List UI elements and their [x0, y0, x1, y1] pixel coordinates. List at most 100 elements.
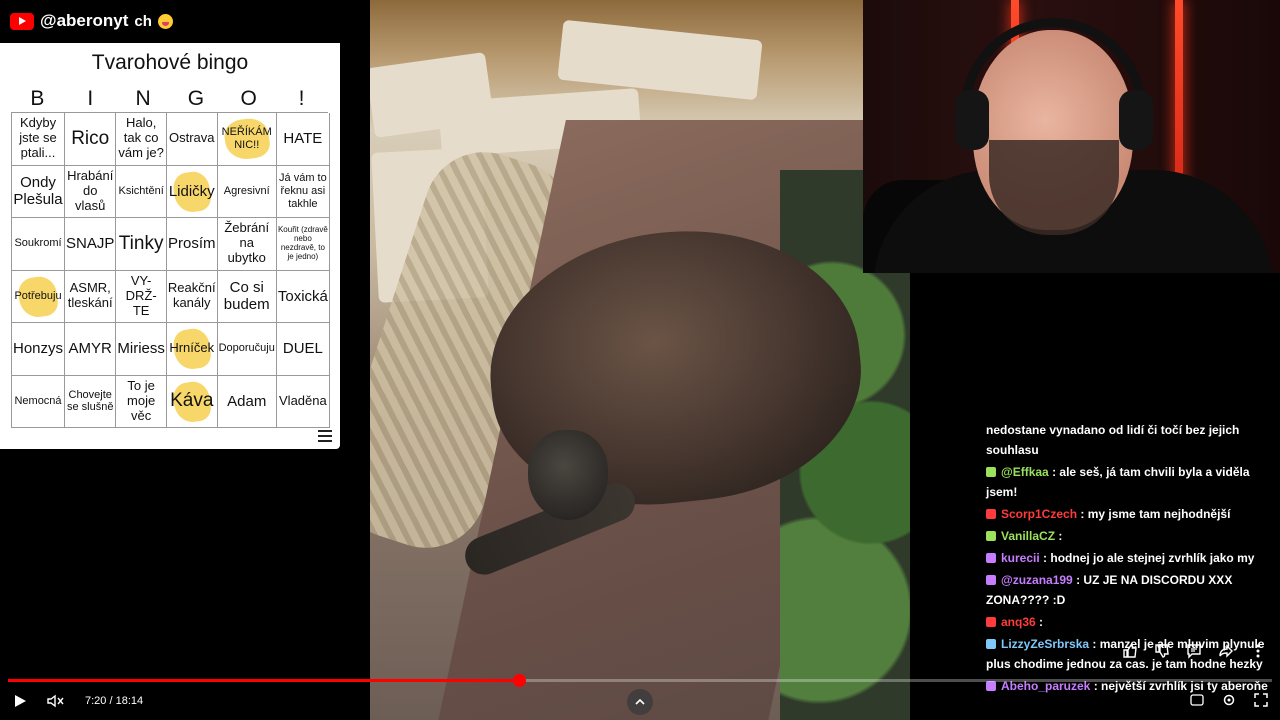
progress-fill — [8, 679, 519, 682]
dislike-icon[interactable] — [1154, 643, 1170, 659]
bingo-cell: VY-DRŽ-TE — [116, 270, 167, 323]
progress-bar[interactable] — [8, 674, 1272, 687]
bingo-cell: Prosím — [166, 218, 218, 271]
chat-author[interactable]: @zuzana199 — [1001, 573, 1073, 587]
chat-author[interactable]: kurecii — [1001, 551, 1040, 565]
more-icon[interactable] — [1250, 643, 1266, 659]
bingo-cell-label: Agresivní — [223, 184, 270, 197]
bingo-cell-label: To je moje věc — [127, 377, 156, 423]
bingo-cell-label: Halo, tak co vám je? — [118, 115, 164, 161]
chat-author[interactable]: LizzyZeSrbrska — [1001, 637, 1089, 651]
bingo-cell-label: Ksichtění — [118, 184, 164, 197]
progress-scrubber[interactable] — [513, 674, 526, 687]
bingo-cell-label: Miriess — [117, 340, 165, 358]
like-icon[interactable] — [1122, 643, 1138, 659]
bingo-cell: Tinky — [116, 218, 167, 271]
play-button[interactable] — [12, 690, 34, 712]
chat-author[interactable]: Scorp1Czech — [1001, 507, 1077, 521]
captions-icon[interactable] — [1190, 693, 1204, 707]
chat-message: @zuzana199 : UZ JE NA DISCORDU XXX ZONA?… — [986, 570, 1280, 610]
bingo-letter: N — [135, 87, 151, 110]
bingo-cell: Soukromí — [12, 218, 66, 271]
chat-author[interactable]: VanillaCZ — [1001, 529, 1055, 543]
bingo-cell-label: Chovejte se slušně — [66, 388, 114, 414]
bingo-cell-label: ASMR, tleskání — [67, 280, 113, 311]
bingo-grid: Kdyby jste se ptali... Rico Halo, tak co v… — [11, 112, 330, 428]
bingo-cell-label: Žebrání na ubytko — [224, 220, 270, 266]
bingo-cell: Hrabání do vlasů — [65, 165, 117, 218]
bingo-cell: Ostrava — [166, 113, 218, 166]
bingo-cell: Já vám to řeknu asi takhle — [276, 165, 330, 218]
bingo-cell: Lidičky — [166, 165, 218, 218]
fullscreen-icon[interactable] — [1254, 693, 1268, 707]
mute-button[interactable] — [46, 690, 68, 712]
bingo-cell: ASMR, tleskání — [65, 270, 117, 323]
bingo-letter: ! — [298, 87, 305, 110]
headset-earcup — [955, 90, 989, 150]
bingo-cell-label: HATE — [283, 130, 323, 148]
channel-header: @aberonyt ch — [10, 10, 173, 32]
bingo-cell: Nemocná — [12, 375, 66, 428]
bingo-cell-label: Co si budem — [223, 279, 270, 314]
chat-text: : — [1058, 529, 1063, 543]
bingo-letter: B — [30, 87, 45, 110]
bingo-cell: NEŘÍKÁM NIC!! — [217, 113, 277, 166]
chat-badge-icon — [986, 531, 996, 541]
bingo-cell-label: Kdyby jste se ptali... — [19, 115, 57, 161]
turtle-head — [528, 430, 608, 520]
chat-text: : — [1039, 615, 1044, 629]
chat-author[interactable]: anq36 — [1001, 615, 1036, 629]
bingo-cell: Chovejte se slušně — [65, 375, 117, 428]
comment-icon[interactable] — [1186, 643, 1202, 659]
bingo-cell-label: Honzys — [13, 340, 64, 358]
share-icon[interactable] — [1218, 643, 1234, 659]
bingo-cell-label: SNAJP — [66, 235, 115, 253]
bingo-cell-label: Kouřit (zdravě nebo nezdravě, to je jedn… — [277, 225, 328, 261]
bingo-cell: Potřebuju — [12, 270, 66, 323]
bingo-cell: Rico — [65, 113, 117, 166]
bingo-cell: Kdyby jste se ptali... — [12, 113, 66, 166]
bingo-cell-label: Hrníček — [169, 340, 215, 356]
chat-text: : my jsme tam nejhodnější — [1080, 507, 1231, 521]
bingo-letter: O — [240, 87, 257, 110]
bingo-cell-label: Tinky — [118, 232, 164, 254]
bingo-cell-label: Reakční kanály — [167, 280, 216, 311]
chat-badge-icon — [986, 639, 996, 649]
channel-handle[interactable]: @aberonyt — [40, 11, 128, 31]
stone-slab — [557, 19, 763, 101]
video-frame[interactable] — [370, 0, 910, 720]
bingo-cell: Agresivní — [217, 165, 277, 218]
chat-text: : hodnej jo ale stejnej zvrhlík jako my — [1043, 551, 1255, 565]
play-icon — [15, 695, 26, 707]
bingo-cell-label: Káva — [170, 390, 214, 412]
player-settings-bar — [1190, 693, 1268, 707]
bingo-cell-label: Lidičky — [168, 182, 215, 200]
settings-icon[interactable] — [1222, 693, 1236, 707]
chat-badge-icon — [986, 681, 996, 691]
chat-message: anq36 : — [986, 612, 1280, 632]
bingo-cell: Ksichtění — [116, 165, 167, 218]
bingo-cell-label: Vladěna — [279, 392, 327, 408]
bingo-cell: Adam — [217, 375, 277, 428]
bingo-cell: Kouřit (zdravě nebo nezdravě, to je jedn… — [276, 218, 330, 271]
bingo-cell-label: Potřebuju — [14, 289, 62, 302]
chat-message: Scorp1Czech : my jsme tam nejhodnější — [986, 504, 1280, 524]
bingo-cell: SNAJP — [65, 218, 117, 271]
chat-badge-icon — [986, 467, 996, 477]
webcam-overlay — [863, 0, 1280, 273]
bingo-cell: Halo, tak co vám je? — [116, 113, 167, 166]
bingo-cell: DUEL — [276, 323, 330, 376]
grinning-emoji-icon — [157, 13, 173, 29]
chevron-up-icon[interactable] — [627, 689, 653, 715]
menu-icon[interactable] — [318, 430, 332, 442]
bingo-cell: Vladěna — [276, 375, 330, 428]
bingo-title: Tvarohové bingo — [91, 51, 249, 74]
bingo-cell: To je moje věc — [116, 375, 167, 428]
bingo-cell: Miriess — [116, 323, 167, 376]
bingo-cell: Káva — [166, 375, 218, 428]
bingo-cell-label: Soukromí — [14, 237, 62, 250]
bingo-letter: I — [87, 87, 94, 110]
chat-author[interactable]: @Effkaa — [1001, 465, 1049, 479]
chat-message: @Effkaa : ale seš, já tam chvili byla a … — [986, 462, 1280, 502]
bingo-cell-label: Hrabání do vlasů — [67, 167, 114, 213]
